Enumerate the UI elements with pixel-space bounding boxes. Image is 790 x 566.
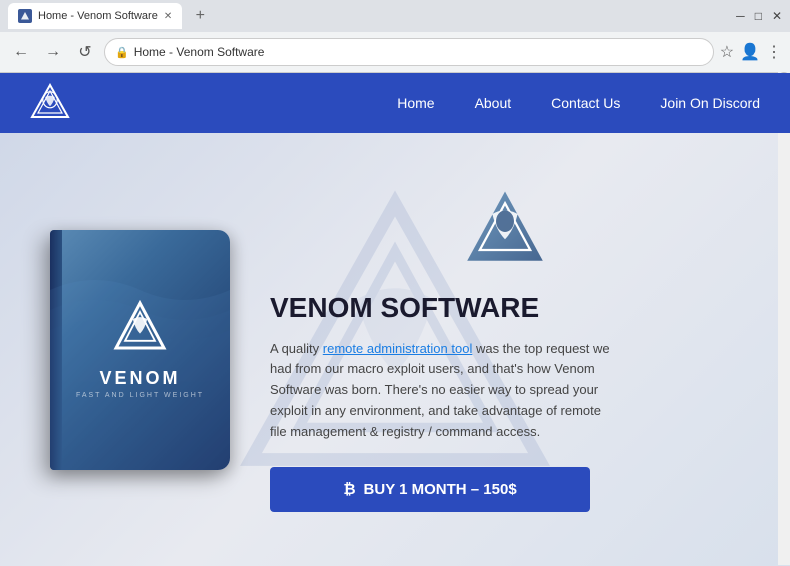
title-bar-controls: ─ □ ✕ (736, 9, 782, 23)
bookmark-button[interactable]: ☆ (720, 42, 734, 62)
hero-description: A quality remote administration tool was… (270, 339, 610, 443)
site-logo (30, 83, 70, 123)
restore-button[interactable]: □ (755, 9, 762, 23)
website-content: Home About Contact Us Join On Discord (0, 73, 790, 566)
buy-label: BUY 1 MONTH – 150$ (364, 481, 517, 498)
address-bar[interactable]: 🔒 Home - Venom Software (104, 38, 714, 66)
hero-logo-icon (460, 187, 550, 277)
scrollbar[interactable] (778, 72, 790, 565)
logo-icon (30, 83, 70, 123)
nav-about[interactable]: About (475, 95, 512, 111)
buy-button[interactable]: ₿ BUY 1 MONTH – 150$ (270, 467, 590, 512)
box-logo-area: VENOM FAST AND LIGHT WEIGHT (76, 300, 204, 399)
new-tab-button[interactable]: + (188, 4, 212, 28)
lock-icon: 🔒 (115, 46, 129, 59)
nav-discord[interactable]: Join On Discord (660, 95, 760, 111)
back-button[interactable]: ← (8, 39, 34, 65)
tab-close-button[interactable]: ✕ (164, 11, 172, 22)
bitcoin-icon: ₿ (343, 481, 355, 498)
refresh-button[interactable]: ↺ (72, 39, 98, 65)
forward-button[interactable]: → (40, 39, 66, 65)
title-bar-left: Home - Venom Software ✕ + (8, 3, 212, 29)
box-title: VENOM (99, 368, 180, 389)
site-nav: Home About Contact Us Join On Discord (397, 95, 760, 111)
hero-desc-link[interactable]: remote administration tool (323, 341, 473, 356)
hero-content: VENOM SOFTWARE A quality remote administ… (270, 187, 740, 513)
product-box: VENOM FAST AND LIGHT WEIGHT (50, 230, 230, 470)
address-text: Home - Venom Software (134, 45, 703, 59)
site-header: Home About Contact Us Join On Discord (0, 73, 790, 133)
title-bar: Home - Venom Software ✕ + ─ □ ✕ (0, 0, 790, 32)
nav-bar: ← → ↺ 🔒 Home - Venom Software ☆ 👤 ⋮ (0, 32, 790, 72)
profile-button[interactable]: 👤 (740, 42, 760, 62)
browser-chrome: Home - Venom Software ✕ + ─ □ ✕ ← → ↺ 🔒 … (0, 0, 790, 73)
close-button[interactable]: ✕ (772, 9, 782, 23)
tab-title: Home - Venom Software (38, 10, 158, 22)
box-logo-icon (110, 300, 170, 360)
product-box-wrap: VENOM FAST AND LIGHT WEIGHT (50, 230, 230, 470)
browser-tab[interactable]: Home - Venom Software ✕ (8, 3, 182, 29)
nav-right-controls: ☆ 👤 ⋮ (720, 42, 782, 62)
nav-home[interactable]: Home (397, 95, 434, 111)
hero-desc-start: A quality (270, 341, 323, 356)
hero-title: VENOM SOFTWARE (270, 292, 740, 324)
menu-button[interactable]: ⋮ (766, 42, 782, 62)
nav-contact[interactable]: Contact Us (551, 95, 620, 111)
box-subtitle: FAST AND LIGHT WEIGHT (76, 392, 204, 399)
minimize-button[interactable]: ─ (736, 9, 745, 23)
hero-section: VENOM FAST AND LIGHT WEIGHT (0, 133, 790, 566)
tab-favicon (18, 9, 32, 23)
hero-logo (270, 187, 740, 277)
